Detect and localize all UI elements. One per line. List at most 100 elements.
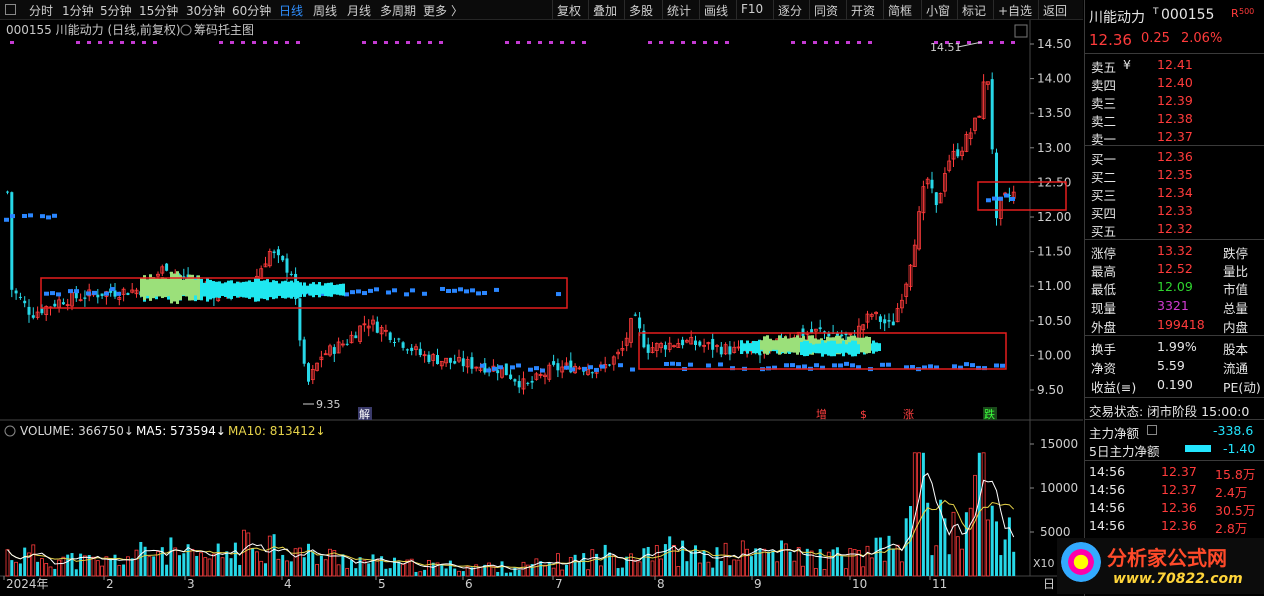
multi-stock-button[interactable]: 多股	[629, 2, 653, 19]
quote-cell: 12.41	[1157, 57, 1193, 72]
signal-dot	[439, 41, 443, 44]
chip-profit-block	[321, 285, 324, 294]
volume-bar	[418, 571, 423, 577]
signal-dot	[703, 41, 707, 44]
chip-bar	[452, 288, 457, 293]
price-axis-label: 9.50	[1037, 383, 1064, 397]
tab-60min[interactable]: 60分钟	[232, 2, 271, 19]
open-capital-button[interactable]: 开资	[851, 2, 875, 19]
volume-bar	[453, 568, 457, 576]
tab-multi-period[interactable]: 多周期	[380, 2, 416, 19]
tab-monthly[interactable]: 月线	[347, 2, 371, 19]
volume-toggle-icon[interactable]	[4, 425, 16, 437]
volume-bar	[689, 551, 693, 576]
chip-bar	[670, 361, 675, 366]
signal-dot	[516, 41, 520, 44]
mark-button[interactable]: 标记	[962, 2, 986, 19]
candle-body	[272, 251, 276, 254]
chip-bar	[540, 368, 545, 373]
volume-bar	[878, 537, 882, 576]
watermark: 分析家公式网 www.70822.com	[1057, 538, 1264, 594]
volume-bar	[36, 561, 40, 576]
chip-profit-block	[827, 341, 830, 356]
signal-dot	[813, 41, 817, 44]
volume-bar	[792, 560, 797, 577]
main-net-detail-icon[interactable]	[1147, 425, 1157, 435]
chip-profit-block	[830, 340, 833, 357]
tab-more[interactable]: 更多	[423, 2, 447, 19]
tab-30min[interactable]: 30分钟	[186, 2, 225, 19]
window-icon[interactable]	[5, 4, 16, 15]
quote-cell: 股本	[1223, 342, 1249, 357]
overlay-button[interactable]: 叠加	[593, 2, 617, 19]
chart-close-button[interactable]	[1014, 24, 1028, 38]
signal-dot	[571, 41, 575, 44]
signal-dot	[967, 41, 971, 44]
quote-cell: 市值	[1223, 282, 1249, 297]
back-button[interactable]: 返回	[1043, 2, 1067, 19]
volume-bar	[500, 561, 504, 576]
chip-profit-block	[836, 343, 839, 354]
kline-chart-area[interactable]: 000155 川能动力 (日线,前复权) 筹码托主图 14.50 14.00 13.50…	[0, 20, 1083, 596]
chip-bar	[630, 367, 635, 372]
chip-profit-block	[749, 343, 752, 352]
simple-frame-button[interactable]: 简框	[888, 2, 912, 19]
candle-body	[410, 347, 414, 351]
tab-5min[interactable]: 5分钟	[100, 2, 132, 19]
chip-green-block	[170, 271, 173, 304]
marker-zhang[interactable]: 涨	[903, 408, 914, 421]
volume-bar	[964, 512, 968, 576]
volume-bar	[736, 559, 741, 577]
chip-bar	[838, 363, 843, 368]
marker-die[interactable]: 跌	[984, 407, 995, 421]
marker-zeng[interactable]: 增	[816, 407, 827, 421]
volume-bar	[826, 551, 831, 577]
candle-body	[401, 342, 405, 348]
tick-row: 14:56 12.36 2.8万	[1085, 517, 1264, 536]
marker-jie[interactable]: 解	[359, 407, 370, 421]
quote-cell: 买五	[1091, 224, 1117, 239]
restore-rights-button[interactable]: 复权	[557, 2, 581, 19]
volume-bar	[91, 556, 96, 577]
f10-button[interactable]: F10	[741, 2, 763, 16]
candle-body	[891, 321, 895, 326]
add-watchlist-button[interactable]: +自选	[998, 2, 1032, 19]
panel-divider	[1085, 460, 1264, 461]
tick-button[interactable]: 逐分	[778, 2, 802, 19]
volume-bar	[882, 560, 887, 577]
volume-bar	[509, 572, 513, 576]
small-window-button[interactable]: 小窗	[926, 2, 950, 19]
tab-weekly[interactable]: 周线	[313, 2, 337, 19]
more-arrow-icon[interactable]: 〉	[451, 2, 463, 19]
volume-bar	[861, 566, 866, 577]
chip-main-label[interactable]: 筹码托主图	[194, 23, 254, 37]
volume-bar	[134, 549, 139, 577]
volume-bar	[285, 560, 289, 577]
same-capital-button[interactable]: 同资	[814, 2, 838, 19]
tab-15min[interactable]: 15分钟	[139, 2, 178, 19]
statistics-button[interactable]: 统计	[667, 2, 691, 19]
chip-toggle-icon[interactable]	[180, 24, 192, 36]
chip-bar	[464, 289, 469, 294]
chip-bar	[4, 217, 9, 222]
panel-divider	[1085, 419, 1264, 420]
chip-profit-block	[806, 340, 809, 356]
tab-1min[interactable]: 1分钟	[62, 2, 94, 19]
volume-bar	[1012, 551, 1016, 576]
marker-dollar[interactable]: $	[860, 408, 867, 421]
volume-bar	[891, 548, 895, 576]
tab-timeshare[interactable]: 分时	[29, 2, 53, 19]
volume-bar	[426, 559, 431, 577]
chip-bar	[534, 366, 539, 371]
chip-profit-block	[812, 344, 815, 353]
candle-body	[388, 332, 392, 340]
chip-bar	[688, 362, 693, 367]
quote-cell: 换手	[1091, 342, 1117, 357]
tab-daily[interactable]: 日线	[279, 2, 303, 19]
draw-line-button[interactable]: 画线	[704, 2, 728, 19]
chip-profit-block	[206, 277, 209, 302]
chip-green-block	[760, 340, 763, 350]
kline-svg[interactable]: 000155 川能动力 (日线,前复权) 筹码托主图 14.50 14.00 13.50…	[0, 20, 1083, 596]
candle-body	[453, 361, 457, 364]
chip-green-block	[152, 277, 155, 299]
